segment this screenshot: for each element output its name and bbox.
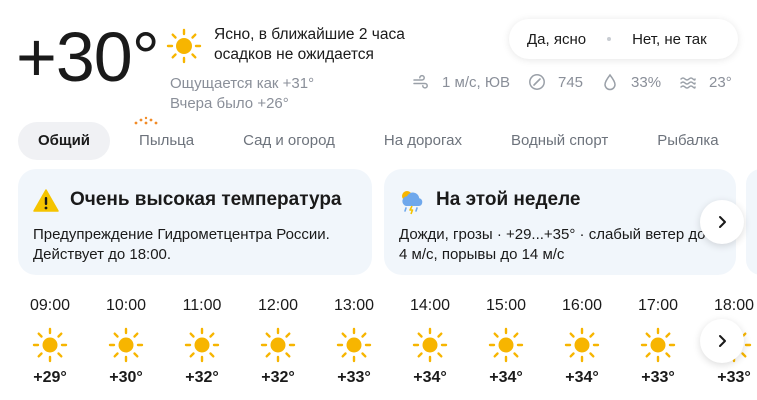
sun-icon <box>166 28 202 64</box>
chevron-right-icon <box>719 335 726 347</box>
wind-icon <box>413 74 428 89</box>
hour-time: 12:00 <box>257 297 299 314</box>
hour-time: 15:00 <box>485 297 527 314</box>
next-card-peek[interactable] <box>746 169 757 275</box>
hour-time: 13:00 <box>333 297 375 314</box>
card-line: Дожди, грозы · +29...+35° · слабый ветер… <box>399 226 706 243</box>
wind-value: 1 м/с, ЮВ <box>442 73 510 91</box>
current-temperature: +30° <box>16 18 160 96</box>
yesterday-temperature: Вчера было +26° <box>170 95 289 112</box>
tab-pollen-wrapper[interactable]: Пыльца <box>119 116 214 160</box>
hourly-forecast: 09:00 +29° 10:00 +30° 11:00 +32° 12:00 +32° 13:0… <box>12 295 757 389</box>
card-line: Предупреждение Гидрометцентра России. <box>33 226 330 243</box>
tab-water-sport[interactable]: Водный спорт <box>491 122 628 160</box>
tab-garden[interactable]: Сад и огород <box>223 122 355 160</box>
week-forecast-card[interactable]: На этой неделе Дожди, грозы · +29...+35°… <box>384 169 736 275</box>
hourly-item[interactable]: 14:00 +34° <box>392 295 468 389</box>
hour-time: 11:00 <box>182 297 222 314</box>
hour-temperature: +34° <box>413 369 447 386</box>
hour-temperature: +32° <box>261 369 295 386</box>
card-line: 4 м/с, порывы до 14 м/с <box>399 246 565 263</box>
card-text: Дожди, грозы · +29...+35° · слабый ветер… <box>399 225 706 265</box>
hour-temperature: +33° <box>641 369 675 386</box>
hourly-item[interactable]: 12:00 +32° <box>240 295 316 389</box>
hourly-item[interactable]: 11:00 +32° <box>164 295 240 389</box>
feedback-yes-button[interactable]: Да, ясно <box>527 31 586 48</box>
hour-temperature: +33° <box>717 369 751 386</box>
feels-like-block: Ощущается как +31° Вчера было +26° <box>170 74 314 114</box>
humidity-metric: 33% <box>601 73 661 91</box>
hourly-item[interactable]: 16:00 +34° <box>544 295 620 389</box>
cards-next-button[interactable] <box>700 200 744 244</box>
feedback-pill: Да, ясно Нет, не так <box>509 19 738 59</box>
sun-icon <box>564 327 600 363</box>
weather-metrics: 1 м/с, ЮВ 745 33% 23° <box>412 73 732 91</box>
waves-icon <box>680 77 696 89</box>
water-temp-value: 23° <box>709 73 732 91</box>
pressure-gauge-icon <box>529 74 545 90</box>
sun-icon <box>336 327 372 363</box>
chevron-right-icon <box>719 216 726 228</box>
hour-temperature: +32° <box>185 369 219 386</box>
sun-icon <box>640 327 676 363</box>
droplet-icon <box>604 73 616 91</box>
condition-line-1: Ясно, в ближайшие 2 часа <box>214 26 405 43</box>
hour-time: 18:00 <box>713 297 755 314</box>
sun-icon <box>32 327 68 363</box>
hour-temperature: +34° <box>565 369 599 386</box>
sun-icon <box>488 327 524 363</box>
wind-metric: 1 м/с, ЮВ <box>412 73 510 91</box>
tab-fishing[interactable]: Рыбалка <box>637 122 738 160</box>
heat-warning-card[interactable]: Очень высокая температура Предупреждение… <box>18 169 372 275</box>
hour-time: 16:00 <box>561 297 603 314</box>
tab-roads[interactable]: На дорогах <box>364 122 482 160</box>
sun-icon <box>108 327 144 363</box>
hour-time: 14:00 <box>409 297 451 314</box>
warning-icon <box>33 189 59 212</box>
pollen-dots-icon <box>134 116 158 125</box>
rain-thunder-icon <box>402 191 423 215</box>
category-tabs: Общий Пыльца Сад и огород На дорогах Вод… <box>18 116 748 160</box>
hourly-item[interactable]: 10:00 +30° <box>88 295 164 389</box>
sun-icon <box>412 327 448 363</box>
feels-like: Ощущается как +31° <box>170 75 315 92</box>
tab-pollen: Пыльца <box>139 132 195 149</box>
hourly-item[interactable]: 13:00 +33° <box>316 295 392 389</box>
humidity-value: 33% <box>631 73 662 91</box>
card-line: Действует до 18:00. <box>33 246 172 263</box>
feedback-no-button[interactable]: Нет, не так <box>632 31 707 48</box>
card-title: На этой неделе <box>436 189 581 210</box>
sun-icon <box>184 327 220 363</box>
condition-text: Ясно, в ближайшие 2 часа осадков не ожид… <box>214 25 405 65</box>
tab-general[interactable]: Общий <box>18 122 111 160</box>
feedback-divider <box>607 37 612 41</box>
sun-icon <box>260 327 296 363</box>
hour-time: 17:00 <box>637 297 679 314</box>
pressure-value: 745 <box>557 73 584 91</box>
hourly-next-button[interactable] <box>700 319 744 363</box>
hour-temperature: +34° <box>489 369 523 386</box>
hour-temperature: +30° <box>109 369 143 386</box>
water-temp-metric: 23° <box>679 73 732 91</box>
card-text: Предупреждение Гидрометцентра России. Де… <box>33 225 330 265</box>
hour-time: 09:00 <box>29 297 71 314</box>
hour-time: 10:00 <box>105 297 147 314</box>
hour-temperature: +29° <box>33 369 67 386</box>
card-title: Очень высокая температура <box>70 189 342 210</box>
hourly-item[interactable]: 09:00 +29° <box>12 295 88 389</box>
condition-line-2: осадков не ожидается <box>214 46 374 63</box>
hour-temperature: +33° <box>337 369 371 386</box>
pressure-metric: 745 <box>528 73 583 91</box>
hourly-item[interactable]: 17:00 +33° <box>620 295 696 389</box>
hourly-item[interactable]: 15:00 +34° <box>468 295 544 389</box>
